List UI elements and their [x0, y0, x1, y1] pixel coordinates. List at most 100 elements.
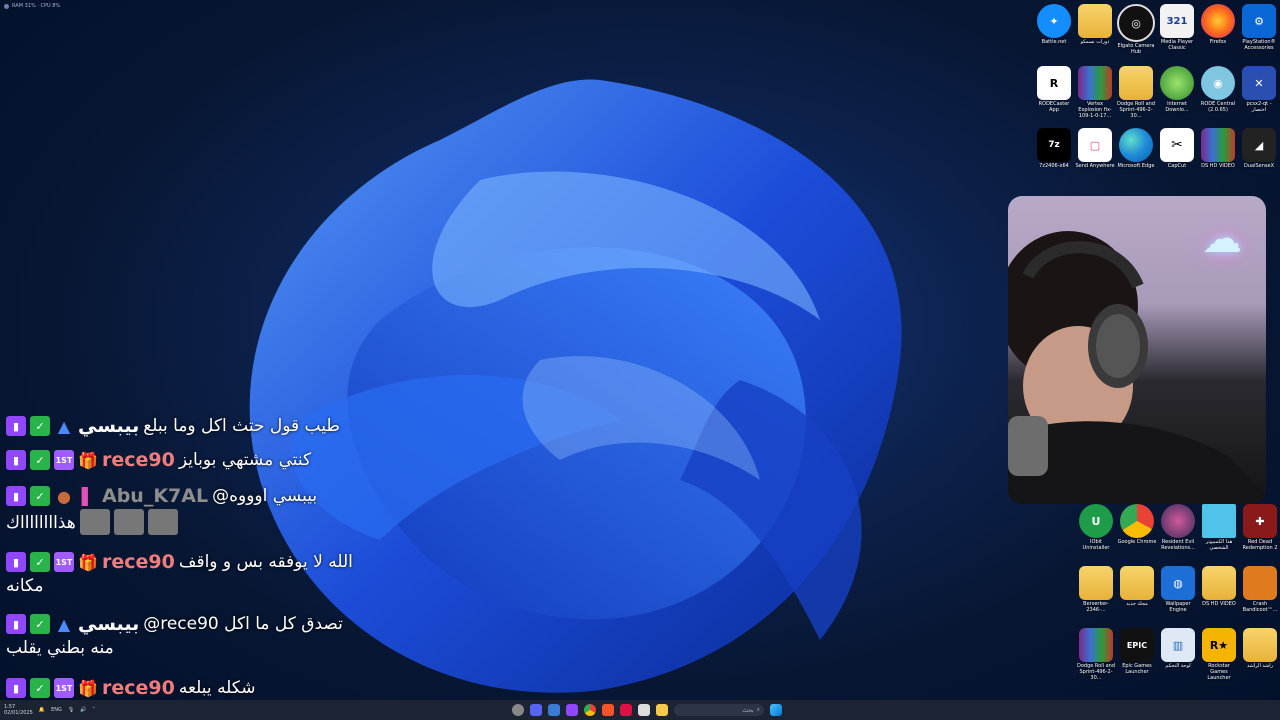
app-brave-icon[interactable] — [602, 704, 614, 716]
wallpaper-engine-icon: ◍ — [1161, 566, 1195, 600]
winrar-icon — [1079, 628, 1113, 662]
app-file-explorer-icon[interactable] — [656, 704, 668, 716]
epic-icon: EPIC — [1120, 628, 1154, 662]
desktop-icon-berserker[interactable]: Berserker-2346-... — [1076, 566, 1116, 613]
twitch-badge-icon: ▮ — [6, 450, 26, 470]
app-twitch-icon[interactable] — [566, 704, 578, 716]
chat-text: كنتي مشتهي بوبايز — [178, 450, 312, 470]
desktop-icon-7zip[interactable]: 7z 7z2406-x64 — [1034, 128, 1074, 169]
person-badge-icon: ● — [57, 486, 71, 506]
folder-icon — [1243, 628, 1277, 662]
desktop-icons-bottom: U IObit Uninstaller Google Chrome Reside… — [1074, 504, 1280, 700]
desktop-icon-mpc[interactable]: 321 Media Player Classic — [1157, 4, 1197, 51]
desktop-icon-ds-hd-video-2[interactable]: DS HD VIDEO — [1199, 566, 1239, 607]
app-chrome-icon[interactable] — [584, 704, 596, 716]
app-obs-icon[interactable] — [512, 704, 524, 716]
desktop-icon-epic[interactable]: EPIC Epic Games Launcher — [1117, 628, 1157, 675]
chat-text-continued: منه بطني يقلب — [6, 638, 114, 658]
desktop-icon-user-folder[interactable]: راشد الراشد — [1240, 628, 1280, 669]
desktop-icon-dualsensex[interactable]: ◢ DualSenseX — [1239, 128, 1279, 169]
desktop-icon-this-pc[interactable]: هذا الكمبيوتر الشخصي — [1199, 504, 1239, 551]
chat-message: ▮ ✓ 1ST 🎁 rece90 الله لا يوفقه بس و واقف… — [6, 550, 353, 596]
microphone-icon[interactable]: 🎙 — [68, 707, 74, 713]
chat-username: rece90 — [102, 551, 175, 573]
desktop-icon-wallpaper-engine[interactable]: ◍ Wallpaper Engine — [1158, 566, 1198, 613]
desktop-icon-dodge-roll-2[interactable]: Dodge Roll and Sprint-496-2-30... — [1076, 628, 1116, 681]
desktop-icon-vertex[interactable]: Vertex Explosion fix-109-1-0-17... — [1075, 66, 1115, 119]
search-box[interactable]: بحث ⌕ — [674, 704, 764, 716]
desktop-icons-top: ✦ Battle.net دورات نسمكو ◎ Elgato Camera… — [1032, 4, 1280, 194]
cap-badge-icon: ▲ — [57, 614, 71, 634]
desktop-icon-ps-accessories[interactable]: ⚙ PlayStation® Accessories — [1239, 4, 1279, 51]
bottle-badge-icon: ▌ — [81, 486, 95, 506]
app-discord-icon[interactable] — [530, 704, 542, 716]
app-store-icon[interactable] — [638, 704, 650, 716]
desktop-icon-control-panel[interactable]: ▥ لوحة التحكم — [1158, 628, 1198, 669]
notification-icon[interactable]: 🔔 — [39, 707, 45, 713]
desktop-icon-idm[interactable]: Internet Downlo... — [1157, 66, 1197, 113]
wallpaper-bloom — [249, 79, 902, 693]
rode-icon: R — [1037, 66, 1071, 100]
chat-username: Abu_K7AL — [102, 485, 209, 507]
gift-badge-icon: 🎁 — [78, 678, 98, 698]
sub-badge-icon: 1ST — [54, 552, 74, 572]
taskbar-apps: بحث ⌕ — [512, 704, 782, 716]
folder-icon — [1202, 566, 1236, 600]
folder-icon — [1079, 566, 1113, 600]
emote-face-icon — [79, 509, 110, 535]
edge-icon — [1119, 128, 1153, 162]
search-icon: ⌕ — [756, 706, 760, 713]
verified-badge-icon: ✓ — [30, 678, 50, 698]
desktop-icon-rdr2[interactable]: ✚ Red Dead Redemption 2 — [1240, 504, 1280, 551]
chat-username: بيبسي — [78, 613, 140, 635]
verified-badge-icon: ✓ — [30, 486, 50, 506]
streamer-figure — [1008, 231, 1266, 504]
chat-username: بيبسي — [78, 415, 140, 437]
desktop-icon-pcsx2[interactable]: ✕ pcsx2-qt - اختصار — [1239, 66, 1279, 113]
chevron-up-icon[interactable]: ˄ — [92, 707, 95, 713]
pcsx2-icon: ✕ — [1242, 66, 1276, 100]
volume-icon[interactable]: 🔊 — [80, 707, 86, 713]
desktop-icon-ds-hd-video[interactable]: DS HD VIDEO — [1198, 128, 1238, 169]
battlenet-icon: ✦ — [1037, 4, 1071, 38]
desktop-icon-battlenet[interactable]: ✦ Battle.net — [1034, 4, 1074, 45]
start-windows-icon[interactable] — [770, 704, 782, 716]
chat-text: @rece90 تصدق كل ما اكل — [143, 614, 343, 634]
desktop-icon-new-folder[interactable]: مجلد جديد — [1117, 566, 1157, 607]
language-indicator[interactable]: ENG — [51, 707, 62, 713]
verified-badge-icon: ✓ — [30, 614, 50, 634]
desktop-icon-crash[interactable]: Crash Bandicoot™... — [1240, 566, 1280, 613]
folder-icon — [1120, 566, 1154, 600]
sub-badge-icon: 1ST — [54, 678, 74, 698]
media-player-icon: 321 — [1160, 4, 1194, 38]
desktop-icon-dodge-roll[interactable]: Dodge Roll and Sprint-496-2-30... — [1116, 66, 1156, 119]
desktop-icon-rockstar[interactable]: R★ Rockstar Games Launcher — [1199, 628, 1239, 681]
camera-icon: ◎ — [1117, 4, 1155, 42]
system-tray: 1:57 02/01/2025 🔔 ENG 🎙 🔊 ˄ — [4, 704, 95, 716]
desktop-icon-elgato[interactable]: ◎ Elgato Camera Hub — [1116, 4, 1156, 55]
app-game-icon[interactable] — [548, 704, 560, 716]
monitor-icon — [1202, 504, 1236, 538]
desktop-icon-send-anywhere[interactable]: ▢ Send Anywhere — [1075, 128, 1115, 169]
desktop-icon-edge[interactable]: Microsoft Edge — [1116, 128, 1156, 169]
chat-message: ▮ ✓ ● ▌ Abu_K7AL @بيبسي اوووه هذاااااااا… — [6, 484, 317, 535]
clock[interactable]: 1:57 02/01/2025 — [4, 704, 33, 716]
desktop-icon-iobit[interactable]: U IObit Uninstaller — [1076, 504, 1116, 551]
performance-overlay: RAM 31% · CPU 8% — [4, 3, 60, 9]
desktop-icon-rode-central[interactable]: ◉ RODE Central (2.0.65) — [1198, 66, 1238, 113]
desktop-icon-resident-evil[interactable]: Resident Evil Revelations... — [1158, 504, 1198, 551]
firefox-icon — [1201, 4, 1235, 38]
verified-badge-icon: ✓ — [30, 552, 50, 572]
chat-message: ▮ ✓ 1ST 🎁 rece90 شكله يبلعه — [6, 676, 255, 700]
chat-text-continued: هذااااااااك — [6, 513, 76, 533]
desktop-icon-firefox[interactable]: Firefox — [1198, 4, 1238, 45]
desktop-icon-rodecaster[interactable]: R RODECaster App — [1034, 66, 1074, 113]
capcut-icon: ✂ — [1160, 128, 1194, 162]
app-media-icon[interactable] — [620, 704, 632, 716]
7zip-icon: 7z — [1037, 128, 1071, 162]
desktop-icon-folder[interactable]: دورات نسمكو — [1075, 4, 1115, 45]
desktop-icon-chrome[interactable]: Google Chrome — [1117, 504, 1157, 545]
twitch-badge-icon: ▮ — [6, 678, 26, 698]
desktop-icon-capcut[interactable]: ✂ CapCut — [1157, 128, 1197, 169]
game-icon — [1243, 566, 1277, 600]
